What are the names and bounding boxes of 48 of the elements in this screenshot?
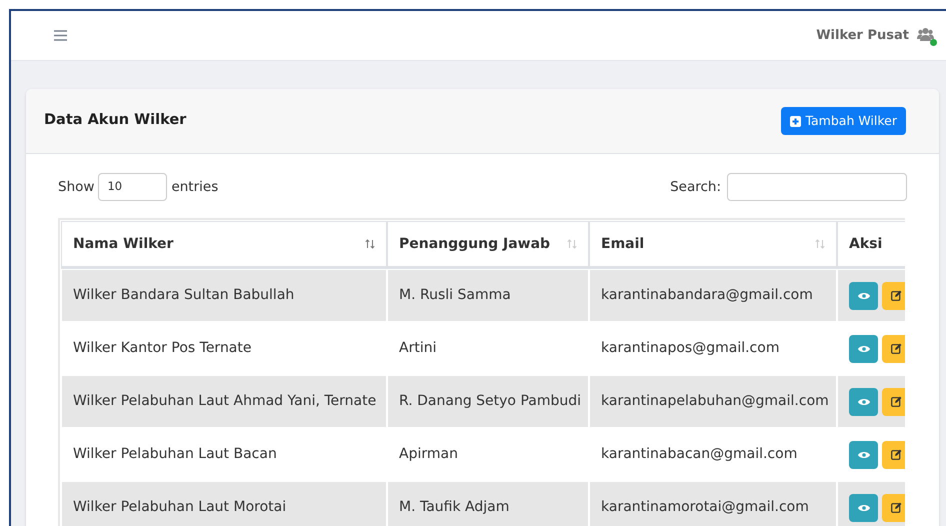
sort-icon bbox=[567, 239, 577, 249]
edit-icon bbox=[891, 290, 902, 301]
edit-button[interactable] bbox=[882, 440, 905, 468]
table-cell: karantinabandara@gmail.com bbox=[601, 287, 813, 303]
users-icon bbox=[917, 27, 934, 42]
column-label: Aksi bbox=[849, 234, 882, 254]
edit-button[interactable] bbox=[882, 494, 905, 522]
table-cell: Wilker Pelabuhan Laut Morotai bbox=[73, 499, 286, 515]
search-label: Search: bbox=[670, 178, 721, 197]
show-label: Show bbox=[58, 178, 94, 197]
table-cell: R. Danang Setyo Pambudi bbox=[399, 393, 582, 409]
add-button[interactable]: Tambah Wilker bbox=[781, 107, 906, 135]
edit-button[interactable] bbox=[882, 282, 905, 310]
edit-button[interactable] bbox=[882, 334, 905, 362]
table-cell: M. Rusli Samma bbox=[399, 287, 511, 303]
column-label: Penanggung Jawab bbox=[399, 234, 550, 254]
edit-icon bbox=[891, 396, 902, 407]
table-cell: Artini bbox=[399, 340, 436, 356]
eye-icon bbox=[858, 398, 870, 406]
table-cell: Wilker Pelabuhan Laut Ahmad Yani, Ternate bbox=[73, 393, 376, 409]
entries-label: entries bbox=[171, 178, 218, 197]
eye-icon bbox=[858, 504, 870, 512]
card-title: Data Akun Wilker bbox=[44, 111, 186, 130]
edit-icon bbox=[891, 449, 902, 460]
page-size-select[interactable]: 10 bbox=[98, 173, 168, 201]
user-name[interactable]: Wilker Pusat bbox=[816, 26, 909, 46]
table-cell: karantinamorotai@gmail.com bbox=[601, 499, 809, 515]
eye-icon bbox=[858, 344, 870, 352]
column-label: Email bbox=[601, 234, 644, 254]
edit-icon bbox=[891, 502, 902, 513]
table-cell: karantinapelabuhan@gmail.com bbox=[601, 393, 829, 409]
menu-icon[interactable] bbox=[54, 30, 67, 41]
plus-square-icon bbox=[790, 116, 802, 126]
table-cell: Wilker Bandara Sultan Babullah bbox=[73, 287, 294, 303]
table-cell: M. Taufik Adjam bbox=[399, 499, 510, 515]
table-cell: Wilker Kantor Pos Ternate bbox=[73, 340, 252, 356]
table-cell: Apirman bbox=[399, 446, 458, 462]
eye-icon bbox=[858, 450, 870, 458]
eye-icon bbox=[858, 292, 870, 300]
sort-icon bbox=[815, 239, 825, 249]
table-cell: karantinapos@gmail.com bbox=[601, 340, 780, 356]
edit-icon bbox=[891, 343, 902, 354]
edit-button[interactable] bbox=[882, 388, 905, 416]
search-field[interactable] bbox=[727, 173, 907, 201]
sort-icon bbox=[365, 239, 375, 249]
column-label: Nama Wilker bbox=[73, 234, 174, 254]
table-cell: Wilker Pelabuhan Laut Bacan bbox=[73, 446, 277, 462]
table-cell: karantinabacan@gmail.com bbox=[601, 446, 798, 462]
